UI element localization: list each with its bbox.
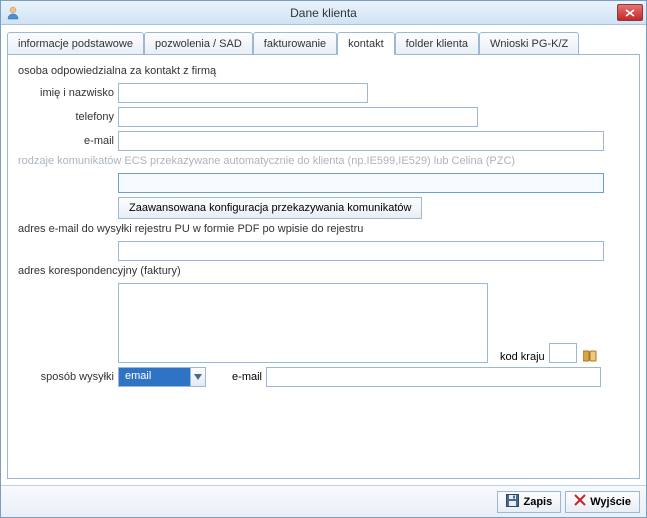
textarea-address[interactable] <box>118 283 488 363</box>
footer-bar: Zapis Wyjście <box>1 485 646 517</box>
label-name: imię i nazwisko <box>18 87 118 99</box>
combo-ship-method-button[interactable] <box>190 367 206 387</box>
input-ship-email[interactable] <box>266 367 601 387</box>
label-ship-method: sposób wysyłki <box>18 371 118 383</box>
window-title: Dane klienta <box>1 6 646 20</box>
label-phones: telefony <box>18 111 118 123</box>
label-ship-email: e-mail <box>206 371 266 383</box>
tab-folder-klienta[interactable]: folder klienta <box>395 32 479 55</box>
tab-fakturowanie[interactable]: fakturowanie <box>253 32 337 55</box>
input-country-code[interactable] <box>549 343 577 363</box>
tab-informacje-podstawowe[interactable]: informacje podstawowe <box>7 32 144 55</box>
content-area: informacje podstawowe pozwolenia / SAD f… <box>1 25 646 485</box>
section-contact-person: osoba odpowiedzialna za kontakt z firmą <box>18 65 629 77</box>
input-phones[interactable] <box>118 107 478 127</box>
input-pu-email[interactable] <box>118 241 604 261</box>
section-ecs-types: rodzaje komunikatów ECS przekazywane aut… <box>18 155 629 167</box>
save-button-label: Zapis <box>523 496 552 508</box>
label-country: kod kraju <box>500 351 545 363</box>
save-icon <box>506 494 519 510</box>
input-name[interactable] <box>118 83 368 103</box>
tab-panel-kontakt: osoba odpowiedzialna za kontakt z firmą … <box>7 54 640 479</box>
exit-button-label: Wyjście <box>590 496 631 508</box>
window: Dane klienta informacje podstawowe pozwo… <box>0 0 647 518</box>
combo-ship-method[interactable]: email <box>118 367 206 387</box>
save-button[interactable]: Zapis <box>497 491 561 513</box>
label-email: e-mail <box>18 135 118 147</box>
input-email[interactable] <box>118 131 604 151</box>
tab-pozwolenia-sad[interactable]: pozwolenia / SAD <box>144 32 253 55</box>
titlebar: Dane klienta <box>1 1 646 25</box>
button-advanced-config[interactable]: Zaawansowana konfiguracja przekazywania … <box>118 197 422 219</box>
section-correspondence-address: adres korespondencyjny (faktury) <box>18 265 629 277</box>
exit-icon <box>574 494 586 509</box>
combo-ship-method-value: email <box>118 367 190 387</box>
lookup-country-icon[interactable] <box>583 349 599 363</box>
tab-wnioski-pg-kz[interactable]: Wnioski PG-K/Z <box>479 32 579 55</box>
section-pu-email: adres e-mail do wysyłki rejestru PU w fo… <box>18 223 629 235</box>
input-ecs-types[interactable] <box>118 173 604 193</box>
close-button[interactable] <box>617 4 643 21</box>
exit-button[interactable]: Wyjście <box>565 491 640 513</box>
tab-kontakt[interactable]: kontakt <box>337 32 394 55</box>
tab-strip: informacje podstawowe pozwolenia / SAD f… <box>7 31 640 54</box>
